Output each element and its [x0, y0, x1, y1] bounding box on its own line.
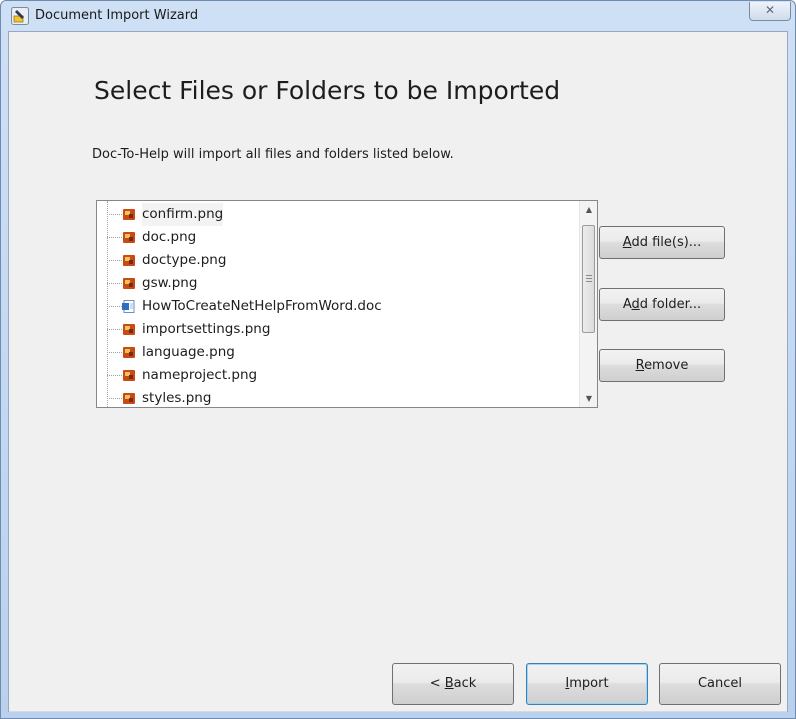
add-folder-label-end: d folder... — [639, 297, 702, 312]
tree-connector — [107, 214, 122, 215]
cancel-label: Cancel — [697, 676, 743, 691]
file-name: language.png — [142, 344, 235, 360]
remove-mnemonic: R — [635, 358, 645, 373]
thumb-grip-line — [586, 281, 592, 282]
file-name: confirm.png — [142, 203, 224, 226]
wizard-page: Select Files or Folders to be Imported D… — [8, 31, 788, 712]
file-list-scrollbar[interactable]: ▲ ▼ — [579, 201, 597, 407]
list-item[interactable]: gsw.png — [107, 272, 567, 295]
list-item[interactable]: importsettings.png — [107, 318, 567, 341]
add-files-button[interactable]: Add file(s)... — [599, 226, 725, 259]
tree-connector — [107, 237, 122, 238]
window-title: Document Import Wizard — [35, 8, 199, 23]
image-file-icon — [123, 347, 135, 358]
list-item[interactable]: HowToCreateNetHelpFromWord.doc — [107, 295, 567, 318]
tree-connector — [107, 375, 122, 376]
scroll-thumb[interactable] — [582, 225, 595, 333]
page-title: Select Files or Folders to be Imported — [94, 76, 561, 105]
import-wizard-window: Document Import Wizard ✕ Select Files or… — [0, 0, 796, 719]
back-label-end: ack — [453, 676, 477, 691]
file-name: doctype.png — [142, 252, 227, 268]
tree-connector — [107, 306, 122, 307]
list-item[interactable]: language.png — [107, 341, 567, 364]
tree-connector — [107, 260, 122, 261]
image-file-icon — [123, 232, 135, 243]
image-file-icon — [123, 393, 135, 404]
list-item[interactable]: confirm.png — [107, 203, 567, 226]
file-name: styles.png — [142, 390, 212, 406]
image-file-icon — [123, 324, 135, 335]
list-item[interactable]: doc.png — [107, 226, 567, 249]
tree-connector — [107, 352, 122, 353]
tree-connector — [107, 329, 122, 330]
bottom-divider — [9, 711, 787, 712]
file-list-items: confirm.png doc.png doctype.png gsw.png HowT… — [97, 201, 579, 407]
import-button[interactable]: Import — [526, 663, 648, 705]
import-label: mport — [569, 676, 609, 691]
list-item[interactable]: nameproject.png — [107, 364, 567, 387]
doc-to-help-app-icon — [11, 7, 29, 25]
cancel-button[interactable]: Cancel — [659, 663, 781, 705]
image-file-icon — [123, 255, 135, 266]
close-button[interactable]: ✕ — [749, 2, 791, 21]
scroll-down-arrow-icon[interactable]: ▼ — [580, 390, 597, 407]
back-button[interactable]: < Back — [392, 663, 514, 705]
image-file-icon — [123, 370, 135, 381]
image-file-icon — [123, 278, 135, 289]
title-bar[interactable]: Document Import Wizard ✕ — [1, 1, 795, 31]
thumb-grip-line — [586, 275, 592, 276]
close-icon: ✕ — [764, 3, 776, 17]
scroll-up-arrow-icon[interactable]: ▲ — [580, 201, 597, 218]
back-label-start: < — [429, 676, 445, 691]
word-document-icon — [122, 300, 135, 313]
list-item[interactable]: styles.png — [107, 387, 567, 407]
file-name: gsw.png — [142, 275, 198, 291]
page-description: Doc-To-Help will import all files and fo… — [92, 147, 454, 162]
file-name: HowToCreateNetHelpFromWord.doc — [142, 298, 382, 314]
file-name: doc.png — [142, 229, 197, 245]
list-item[interactable]: doctype.png — [107, 249, 567, 272]
image-file-icon — [123, 209, 135, 220]
tree-connector — [107, 283, 122, 284]
file-name: importsettings.png — [142, 321, 271, 337]
add-folder-label-start: A — [622, 297, 632, 312]
file-name: nameproject.png — [142, 367, 258, 383]
add-folder-mnemonic: d — [631, 297, 640, 312]
remove-label: emove — [644, 358, 689, 373]
add-files-label: dd file(s)... — [631, 235, 702, 250]
file-list[interactable]: confirm.png doc.png doctype.png gsw.png HowT… — [96, 200, 598, 408]
add-folder-button[interactable]: Add folder... — [599, 288, 725, 321]
thumb-grip-line — [586, 278, 592, 279]
remove-button[interactable]: Remove — [599, 349, 725, 382]
back-mnemonic: B — [444, 676, 454, 691]
tree-connector — [107, 398, 122, 399]
